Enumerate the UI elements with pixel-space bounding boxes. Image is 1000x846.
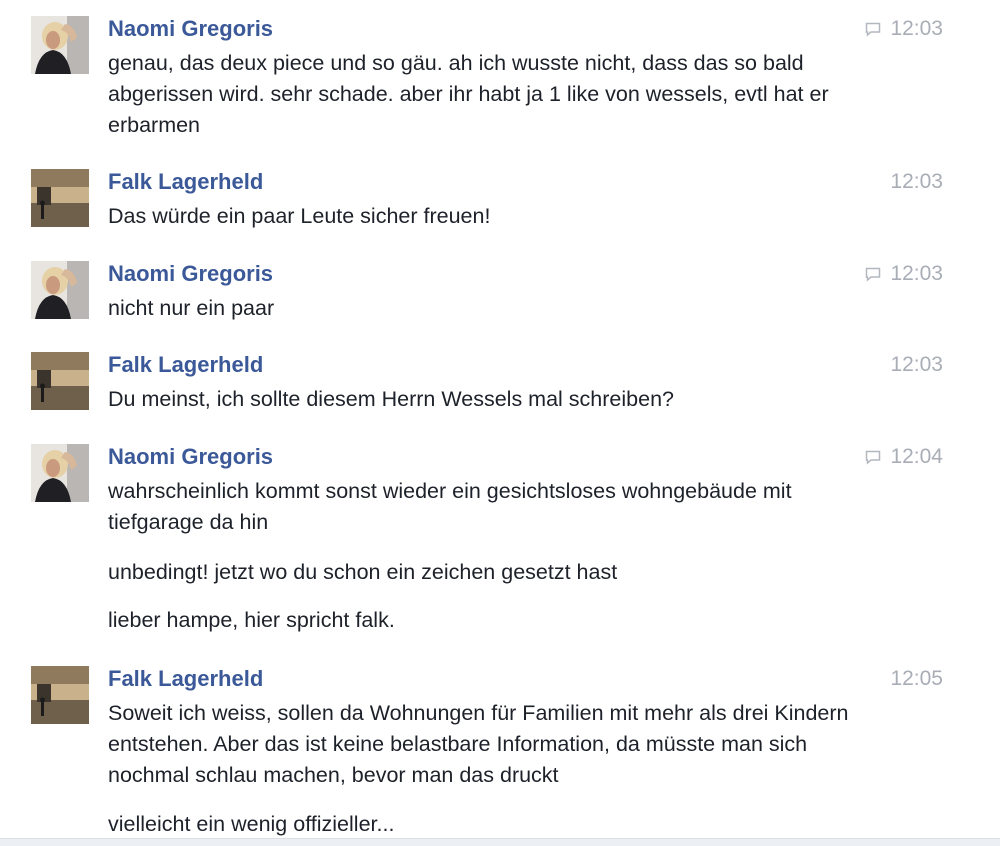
time-label: 12:04 — [890, 445, 943, 468]
avatar-naomi-photo — [31, 16, 89, 74]
avatar-naomi[interactable] — [31, 16, 89, 74]
avatar-naomi-photo — [31, 444, 89, 502]
message-group: Falk Lagerheld 12:05 Soweit ich weiss, s… — [0, 664, 1000, 844]
message-text: nicht nur ein paar — [108, 296, 275, 320]
avatar-falk-photo — [31, 666, 89, 724]
message-time: 12:03 — [890, 167, 943, 197]
message-time: 12:05 — [890, 664, 943, 694]
sender-name[interactable]: Falk Lagerheld — [108, 664, 263, 694]
avatar-falk[interactable] — [31, 666, 89, 724]
chat-message-list: Naomi Gregoris 12:03 genau, das deux pie… — [0, 0, 1000, 846]
message-text: wahrscheinlich kommt sonst wieder ein ge… — [108, 479, 792, 534]
avatar-falk-photo — [31, 352, 89, 410]
sender-name[interactable]: Falk Lagerheld — [108, 350, 263, 380]
sender-name[interactable]: Naomi Gregoris — [108, 442, 273, 472]
message-text: genau, das deux piece und so gäu. ah ich… — [108, 51, 829, 137]
message-text: vielleicht ein wenig offizieller... — [108, 812, 395, 836]
message-time: 12:03 — [890, 350, 943, 380]
comment-icon[interactable] — [864, 20, 882, 38]
avatar-falk[interactable] — [31, 169, 89, 227]
time-label: 12:05 — [890, 667, 943, 690]
time-label: 12:03 — [890, 17, 943, 40]
comment-icon[interactable] — [864, 265, 882, 283]
message-group: Naomi Gregoris 12:04 wahrscheinlich komm… — [0, 442, 1000, 642]
message-text: Soweit ich weiss, sollen da Wohnungen fü… — [108, 701, 849, 787]
sender-name[interactable]: Naomi Gregoris — [108, 259, 273, 289]
avatar-naomi-photo — [31, 261, 89, 319]
message-text: unbedingt! jetzt wo du schon ein zeichen… — [108, 560, 618, 584]
message-group: Naomi Gregoris 12:03 nicht nur ein paar — [0, 259, 1000, 329]
avatar-falk-photo — [31, 169, 89, 227]
avatar-naomi[interactable] — [31, 261, 89, 319]
time-label: 12:03 — [890, 262, 943, 285]
message-time: 12:04 — [864, 442, 943, 472]
avatar-falk[interactable] — [31, 352, 89, 410]
message-group: Falk Lagerheld 12:03 Du meinst, ich soll… — [0, 350, 1000, 420]
comment-icon[interactable] — [864, 448, 882, 466]
message-group: Falk Lagerheld 12:03 Das würde ein paar … — [0, 167, 1000, 237]
message-text: lieber hampe, hier spricht falk. — [108, 608, 395, 632]
message-time: 12:03 — [864, 259, 943, 289]
avatar-naomi[interactable] — [31, 444, 89, 502]
time-label: 12:03 — [890, 353, 943, 376]
message-text: Das würde ein paar Leute sicher freuen! — [108, 204, 491, 228]
time-label: 12:03 — [890, 170, 943, 193]
message-group: Naomi Gregoris 12:03 genau, das deux pie… — [0, 14, 1000, 144]
sender-name[interactable]: Naomi Gregoris — [108, 14, 273, 44]
sender-name[interactable]: Falk Lagerheld — [108, 167, 263, 197]
message-text: Du meinst, ich sollte diesem Herrn Wesse… — [108, 387, 674, 411]
message-time: 12:03 — [864, 14, 943, 44]
